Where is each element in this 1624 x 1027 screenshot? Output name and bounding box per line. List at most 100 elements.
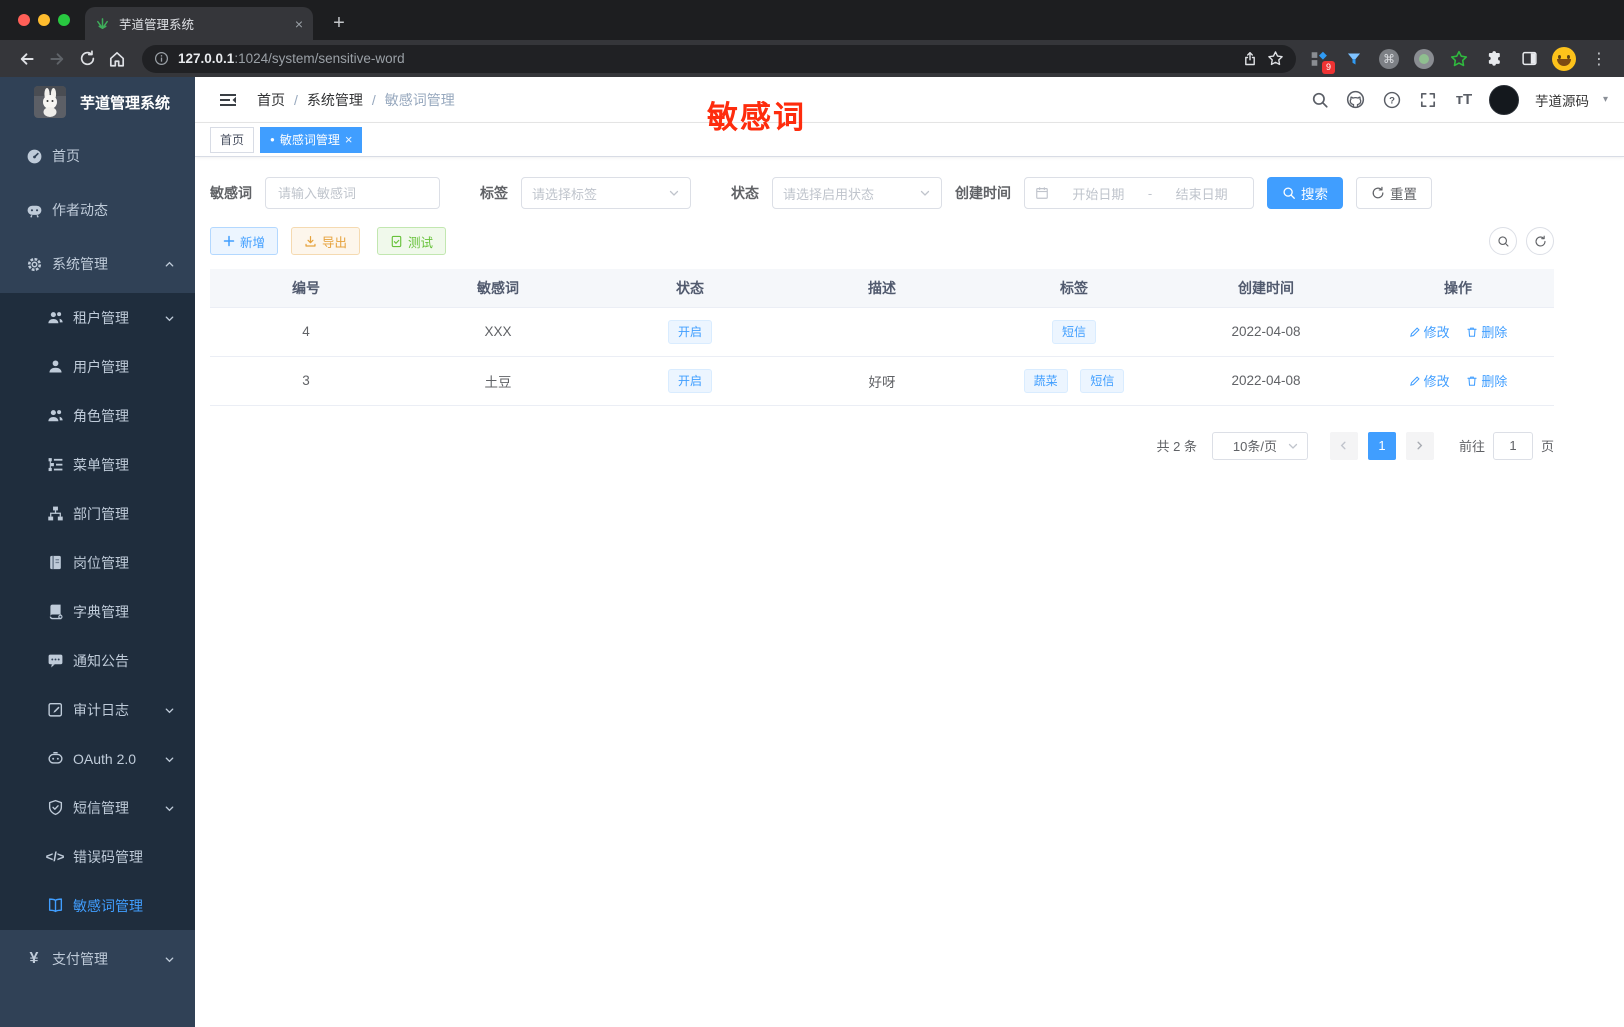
reset-button[interactable]: 重置 (1356, 177, 1432, 209)
sidebar-item-role[interactable]: 角色管理 (0, 391, 195, 440)
comment-dots-icon (46, 652, 64, 670)
goto-page-input[interactable] (1492, 431, 1533, 460)
page-size-select[interactable]: 10条/页 (1211, 431, 1308, 460)
minimize-window-button[interactable] (38, 14, 50, 26)
edit-link[interactable]: 修改 (1409, 371, 1450, 390)
share-icon[interactable] (1242, 51, 1258, 67)
user-avatar[interactable] (1488, 84, 1519, 115)
table-header: 编号 敏感词 状态 描述 标签 创建时间 操作 (210, 269, 1554, 307)
sidebar-item-user[interactable]: 用户管理 (0, 342, 195, 391)
sidebar-item-author-news[interactable]: 作者动态 (0, 185, 195, 235)
extension-green-star-icon[interactable] (1446, 46, 1472, 72)
side-panel-icon[interactable] (1516, 46, 1542, 72)
bookmark-star-icon[interactable] (1267, 50, 1284, 67)
sidebar-item-tenant[interactable]: 租户管理 (0, 293, 195, 342)
profile-avatar-emoji[interactable] (1551, 46, 1577, 72)
zoom-window-button[interactable] (58, 14, 70, 26)
pencil-icon (1409, 375, 1420, 386)
tab-close-icon[interactable]: × (295, 16, 303, 32)
sidebar-item-home[interactable]: 首页 (0, 131, 195, 181)
pagination: 共 2 条 10条/页 1 前往 页 (210, 431, 1554, 460)
sidebar-item-dict[interactable]: 字典管理 (0, 587, 195, 636)
extension-command-icon[interactable]: ⌘ (1376, 46, 1402, 72)
sidebar-item-sensitive-word[interactable]: 敏感词管理 (0, 881, 195, 930)
refresh-table-button[interactable] (1526, 227, 1554, 255)
trash-icon (1467, 376, 1478, 386)
delete-link[interactable]: 删除 (1466, 371, 1507, 390)
sidebar-item-post[interactable]: 岗位管理 (0, 538, 195, 587)
tag-close-icon[interactable]: × (345, 133, 353, 146)
cell-created: 2022-04-08 (1170, 306, 1362, 357)
sidebar-item-sms[interactable]: 短信管理 (0, 783, 195, 832)
sidebar-item-label: 错误码管理 (73, 848, 143, 865)
chevron-up-icon (164, 259, 175, 270)
sidebar-item-payment[interactable]: ¥ 支付管理 (0, 934, 195, 984)
sidebar-item-label: 首页 (52, 148, 80, 164)
yen-icon: ¥ (29, 950, 39, 967)
sidebar-item-notice[interactable]: 通知公告 (0, 636, 195, 685)
search-button[interactable]: 搜索 (1267, 177, 1343, 209)
extension-grid-icon[interactable]: 9 (1306, 46, 1335, 74)
sidebar-item-label: 作者动态 (52, 202, 108, 218)
tag-label: 首页 (220, 133, 245, 147)
sidebar-item-error-code[interactable]: </> 错误码管理 (0, 832, 195, 881)
page-number-1[interactable]: 1 (1367, 431, 1396, 460)
sidebar-item-system[interactable]: 系统管理 (0, 239, 195, 289)
font-size-icon[interactable]: тT (1453, 89, 1475, 111)
sidebar-logo[interactable]: 芋道管理系统 (0, 77, 195, 127)
page-content: 敏感词 标签 请选择标签 状态 请选择启用状态 创建时间 (195, 157, 1624, 1027)
github-icon[interactable] (1345, 89, 1367, 111)
favicon-plant-icon (95, 16, 110, 31)
sidebar-item-label: 部门管理 (73, 505, 129, 522)
svg-text:?: ? (1389, 95, 1395, 106)
user-menu-caret-icon[interactable]: ▾ (1603, 94, 1608, 105)
cell-id: 4 (210, 306, 402, 357)
url-path: :1024/system/sensitive-word (234, 51, 405, 66)
chevron-down-icon (164, 313, 175, 324)
url-bar[interactable]: 127.0.0.1:1024/system/sensitive-word (142, 44, 1296, 73)
fullscreen-icon[interactable] (1417, 89, 1439, 111)
home-icon[interactable] (102, 44, 132, 74)
dictionary-book-icon (46, 603, 64, 621)
col-tags: 标签 (978, 269, 1170, 307)
keyword-input[interactable] (265, 177, 440, 209)
reload-icon[interactable] (72, 44, 102, 74)
breadcrumb-home[interactable]: 首页 (257, 90, 285, 110)
date-range-picker[interactable]: 开始日期 - 结束日期 (1024, 177, 1254, 209)
tag-home[interactable]: 首页 (210, 126, 255, 153)
new-tab-button[interactable]: + (325, 9, 353, 37)
next-page-button[interactable] (1405, 431, 1434, 460)
close-window-button[interactable] (18, 14, 30, 26)
browser-menu-icon[interactable]: ⋮ (1586, 46, 1612, 72)
chevron-down-icon (164, 954, 175, 965)
extension-funnel-icon[interactable] (1341, 46, 1367, 72)
tree-list-icon (46, 456, 64, 474)
forward-icon[interactable] (42, 44, 72, 74)
test-button[interactable]: 测试 (377, 227, 447, 255)
prev-page-button[interactable] (1329, 431, 1358, 460)
site-info-icon[interactable] (154, 51, 169, 66)
browser-tab[interactable]: 芋道管理系统 × (85, 7, 313, 40)
help-icon[interactable]: ? (1381, 89, 1403, 111)
search-icon[interactable] (1309, 89, 1331, 111)
back-icon[interactable] (12, 44, 42, 74)
tag-sensitive-word[interactable]: ● 敏感词管理 × (260, 126, 363, 153)
extensions-puzzle-icon[interactable] (1481, 46, 1507, 72)
edit-link[interactable]: 修改 (1409, 322, 1450, 341)
breadcrumb-system[interactable]: 系统管理 (307, 90, 363, 110)
export-button[interactable]: 导出 (291, 227, 361, 255)
user-name[interactable]: 芋道源码 (1535, 90, 1589, 110)
status-select[interactable]: 请选择启用状态 (772, 177, 942, 209)
add-button[interactable]: 新增 (210, 227, 279, 255)
sidebar-item-label: 通知公告 (73, 652, 129, 669)
sidebar-item-menu[interactable]: 菜单管理 (0, 440, 195, 489)
extension-record-icon[interactable] (1411, 46, 1437, 72)
collapse-sidebar-icon[interactable] (217, 89, 239, 111)
sidebar-item-dept[interactable]: 部门管理 (0, 489, 195, 538)
delete-link[interactable]: 删除 (1466, 322, 1507, 341)
tag-select[interactable]: 请选择标签 (521, 177, 691, 209)
sidebar-item-oauth[interactable]: OAuth 2.0 (0, 734, 195, 783)
show-search-button[interactable] (1489, 227, 1517, 255)
extensions-area: 9 ⌘ ⋮ (1306, 46, 1612, 74)
sidebar-item-audit-log[interactable]: 审计日志 (0, 685, 195, 734)
